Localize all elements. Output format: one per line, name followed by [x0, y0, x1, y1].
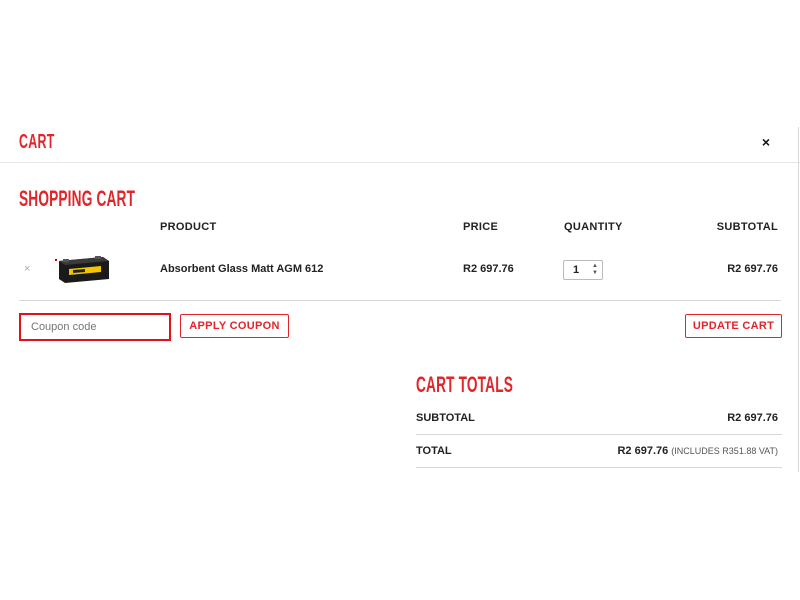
totals-total-label: TOTAL [416, 445, 452, 457]
quantity-spin-icon[interactable]: ▲ ▼ [590, 263, 600, 277]
product-name-link[interactable]: Absorbent Glass Matt AGM 612 [160, 263, 323, 275]
cart-totals-heading: CART TOTALS [416, 372, 514, 397]
battery-product-image[interactable] [55, 255, 111, 285]
panel-border [798, 127, 799, 472]
shopping-cart-heading: SHOPPING CART [19, 186, 136, 211]
cart-panel: CART × SHOPPING CART PRODUCT PRICE QUANT… [0, 127, 800, 472]
quantity-value[interactable]: 1 [573, 264, 579, 276]
totals-divider [416, 467, 782, 468]
column-header-quantity: QUANTITY [564, 221, 623, 233]
column-header-subtotal: SUBTOTAL [716, 221, 778, 233]
total-amount: R2 697.76 [617, 445, 669, 457]
totals-subtotal-value: R2 697.76 [727, 412, 778, 424]
coupon-code-input[interactable] [19, 313, 171, 341]
totals-total-value: R2 697.76 (INCLUDES R351.88 VAT) [617, 445, 778, 457]
item-price: R2 697.76 [463, 263, 514, 275]
totals-divider [416, 434, 782, 435]
quantity-stepper[interactable]: 1 ▲ ▼ [563, 260, 603, 280]
totals-subtotal-label: SUBTOTAL [416, 412, 475, 424]
column-header-product: PRODUCT [160, 221, 217, 233]
cart-header: CART × [0, 127, 800, 163]
cart-title: CART [19, 131, 55, 153]
close-button[interactable]: × [758, 133, 774, 151]
apply-coupon-button[interactable]: APPLY COUPON [180, 314, 289, 338]
item-subtotal: R2 697.76 [727, 263, 778, 275]
row-divider [19, 300, 781, 301]
remove-item-icon[interactable]: × [24, 263, 30, 275]
column-header-price: PRICE [463, 221, 499, 233]
update-cart-button[interactable]: UPDATE CART [685, 314, 782, 338]
vat-note: (INCLUDES R351.88 VAT) [671, 446, 778, 456]
